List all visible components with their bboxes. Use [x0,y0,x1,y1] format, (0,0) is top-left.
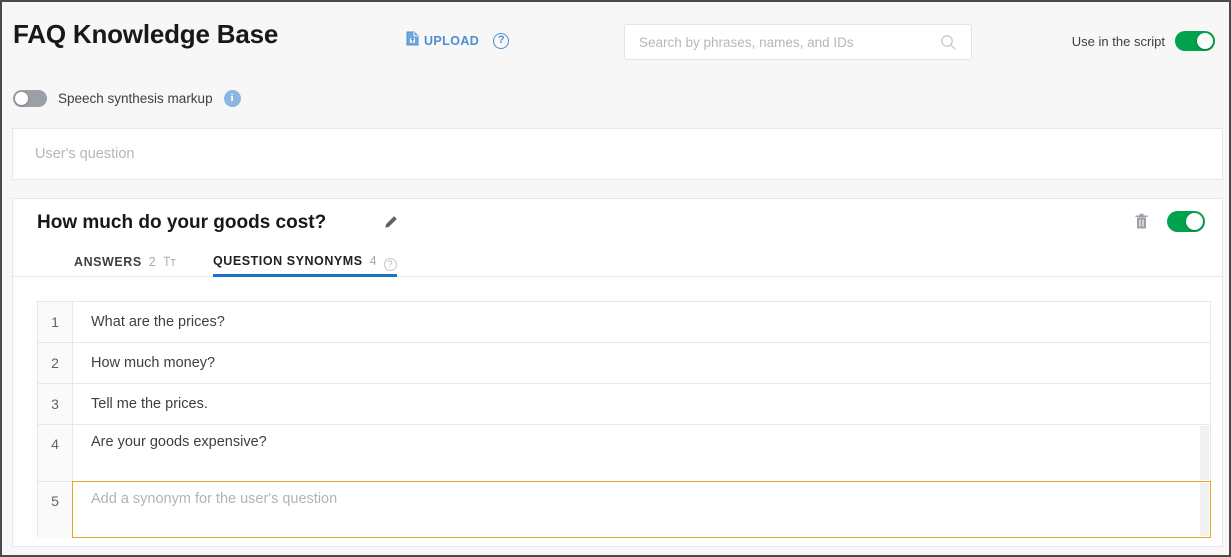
new-synonym-placeholder: Add a synonym for the user's question [73,491,337,507]
use-in-script-toggle[interactable] [1175,31,1215,51]
question-title: How much do your goods cost? [37,212,326,234]
info-circle-icon[interactable]: i [224,90,241,107]
help-circle-icon[interactable]: ? [493,33,509,49]
text-format-icon [163,256,176,267]
tab-question-synonyms-count: 4 [370,254,377,268]
toggle-knob [1197,33,1213,49]
row-number: 4 [38,425,73,481]
faq-entry-card: How much do your goods cost? [12,198,1223,547]
new-synonym-input[interactable]: Add a synonym for the user's question [72,481,1211,538]
pencil-icon[interactable] [383,215,398,235]
user-question-field[interactable] [12,128,1223,180]
row-number: 2 [38,343,73,383]
use-in-script-label: Use in the script [1072,34,1165,49]
tab-answers-label: ANSWERS [74,255,142,269]
speech-synthesis-toggle[interactable] [13,90,47,107]
page-title: FAQ Knowledge Base [13,19,278,50]
user-question-input[interactable] [13,146,1222,162]
row-text: What are the prices? [73,314,225,330]
trash-icon[interactable] [1134,213,1149,230]
speech-synthesis-row: Speech synthesis markup i [13,90,241,107]
top-bar: FAQ Knowledge Base UPLOAD ? [2,2,1229,78]
row-number: 1 [38,302,73,342]
row-number: 3 [38,384,73,424]
help-circle-icon[interactable]: ? [384,258,397,271]
table-row-new-synonym[interactable]: 5 Add a synonym for the user's question [38,482,1211,537]
row-input-wrap[interactable]: What are the prices? [73,302,1210,342]
row-text: How much money? [73,355,215,371]
card-actions [1134,211,1205,232]
row-scrollbar[interactable] [1200,483,1209,536]
synonym-table: 1 What are the prices? 2 How much money?… [37,301,1211,537]
row-input-wrap[interactable]: How much money? [73,343,1210,383]
entry-enabled-toggle[interactable] [1167,211,1205,232]
use-in-script-group: Use in the script [1072,31,1215,51]
table-row[interactable]: 4 Are your goods expensive? [38,425,1211,482]
row-input-wrap[interactable]: Tell me the prices. [73,384,1210,424]
table-row[interactable]: 1 What are the prices? [38,302,1211,343]
row-text: Are your goods expensive? [73,434,267,450]
tab-answers-count: 2 [149,255,156,269]
upload-button[interactable]: UPLOAD [406,31,479,51]
row-number: 5 [38,482,73,537]
search-input[interactable] [625,35,940,50]
tab-answers[interactable]: ANSWERS 2 [74,255,176,276]
row-input-wrap[interactable]: Are your goods expensive? [73,425,1210,481]
card-tabs: ANSWERS 2 QUESTION SYNONYMS 4 ? [13,248,1222,277]
tab-question-synonyms[interactable]: QUESTION SYNONYMS 4 ? [213,254,397,276]
tab-question-synonyms-label: QUESTION SYNONYMS [213,254,363,268]
toggle-knob [1186,213,1203,230]
table-row[interactable]: 3 Tell me the prices. [38,384,1211,425]
search-box[interactable] [624,24,972,60]
upload-group: UPLOAD ? [406,31,509,51]
toggle-knob [15,92,28,105]
row-text: Tell me the prices. [73,396,208,412]
speech-synthesis-label: Speech synthesis markup [58,91,213,106]
row-scrollbar[interactable] [1200,426,1209,480]
upload-label: UPLOAD [424,34,479,48]
card-header: How much do your goods cost? [13,199,1222,241]
faq-knowledge-base-page: FAQ Knowledge Base UPLOAD ? [0,0,1231,557]
search-icon[interactable] [940,34,957,51]
table-row[interactable]: 2 How much money? [38,343,1211,384]
file-upload-icon [406,31,419,51]
